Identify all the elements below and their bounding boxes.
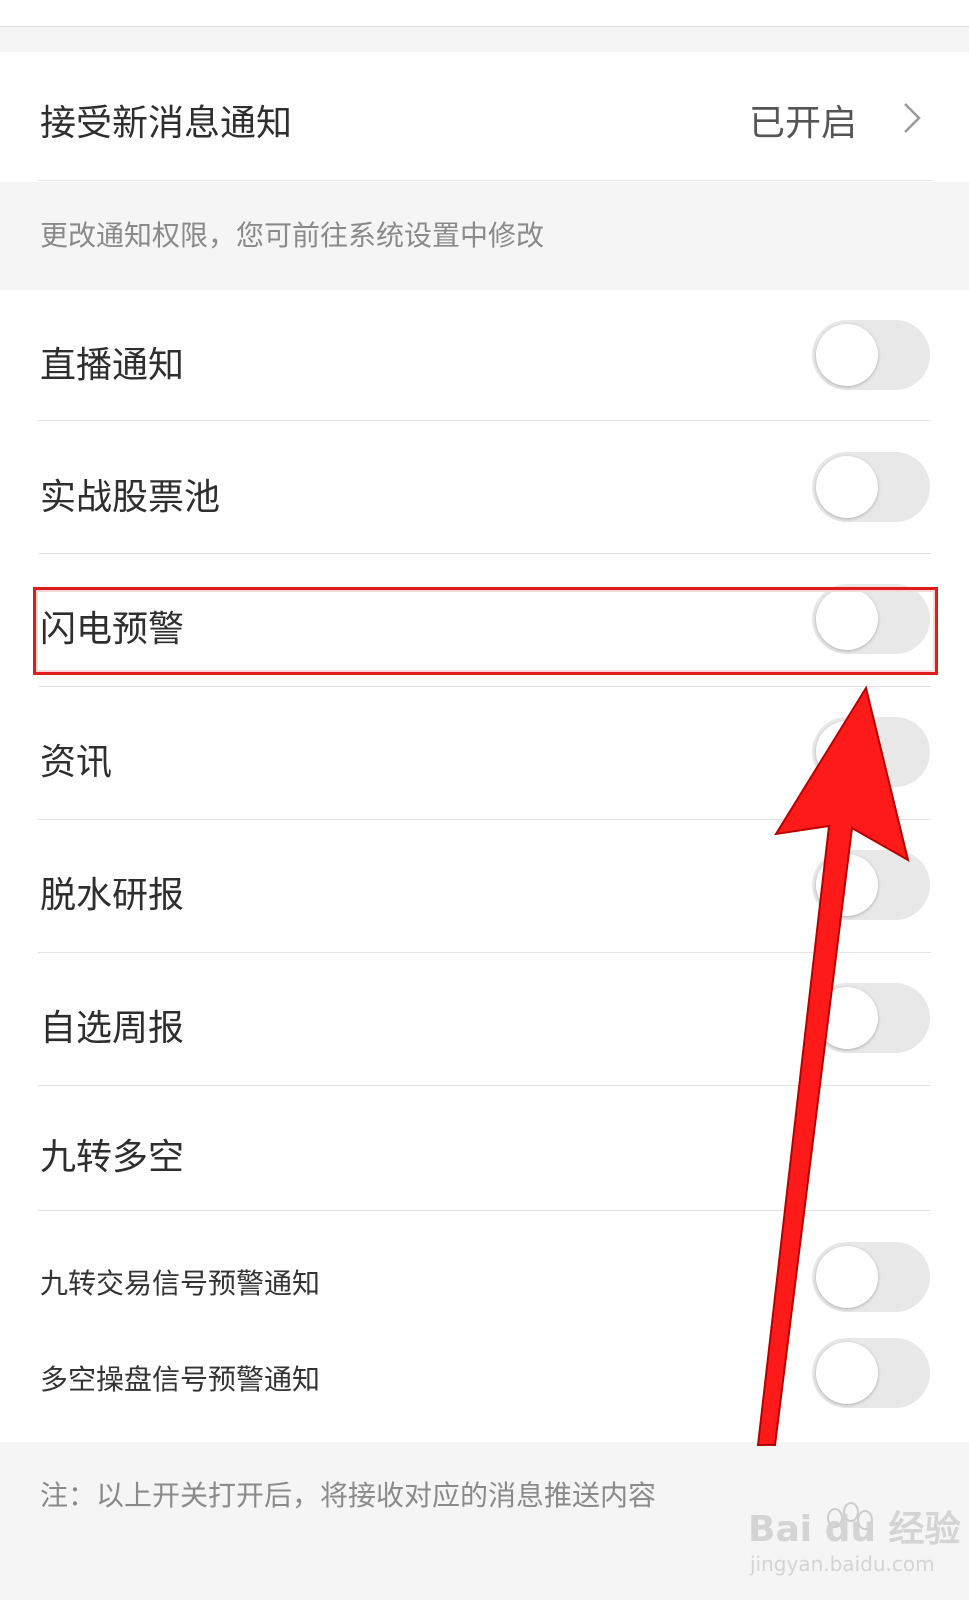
toggle-switch-long-short-signal[interactable] [812,1338,930,1408]
footer-note: 注：以上开关打开后，将接收对应的消息推送内容 [40,1479,657,1512]
highlight-box [33,587,938,675]
toggle-knob [816,987,878,1049]
divider [38,180,931,181]
toggle-knob [816,721,878,783]
toggle-knob [816,456,878,518]
section-header: 九转多空 [0,1086,969,1210]
toggle-knob [816,1342,878,1404]
settings-list: 直播通知 实战股票池 闪电预警 资讯 脱水研报 自选周报 九转多空 九转交易信号… [0,290,969,1442]
top-bar [0,0,969,27]
toggle-switch-live[interactable] [812,320,930,390]
watermark-logo: Bai du 经验 [748,1509,961,1550]
item-label: 多空操盘信号预警通知 [40,1363,321,1396]
item-label: 资讯 [40,742,113,783]
notify-status: 已开启 [748,103,857,144]
item-label: 自选周报 [40,1008,185,1049]
toggle-knob [816,324,878,386]
notify-row[interactable]: 接受新消息通知 已开启 [0,52,969,182]
item-label: 脱水研报 [40,875,185,916]
section-title: 九转多空 [40,1137,185,1178]
item-label: 九转交易信号预警通知 [40,1267,321,1300]
list-item-long-short-signal: 多空操盘信号预警通知 [0,1328,969,1424]
list-item-weekly: 自选周报 [0,953,969,1085]
toggle-knob [816,1246,878,1308]
item-label: 实战股票池 [40,477,221,518]
divider [38,1210,931,1211]
toggle-knob [816,854,878,916]
divider [38,420,931,421]
toggle-switch-nine-turn-signal[interactable] [812,1242,930,1312]
list-item-stock-pool: 实战股票池 [0,422,969,554]
list-item-live: 直播通知 [0,290,969,422]
list-item-nine-turn-signal: 九转交易信号预警通知 [0,1232,969,1328]
list-item-news: 资讯 [0,687,969,819]
notify-label: 接受新消息通知 [40,103,293,144]
toggle-switch-stock-pool[interactable] [812,452,930,522]
toggle-switch-weekly[interactable] [812,983,930,1053]
permission-note: 更改通知权限，您可前往系统设置中修改 [40,219,545,252]
toggle-switch-research[interactable] [812,850,930,920]
list-item-research: 脱水研报 [0,820,969,952]
chevron-right-icon [904,103,921,133]
watermark-url: jingyan.baidu.com [750,1552,935,1576]
item-label: 直播通知 [40,345,185,386]
toggle-switch-news[interactable] [812,717,930,787]
